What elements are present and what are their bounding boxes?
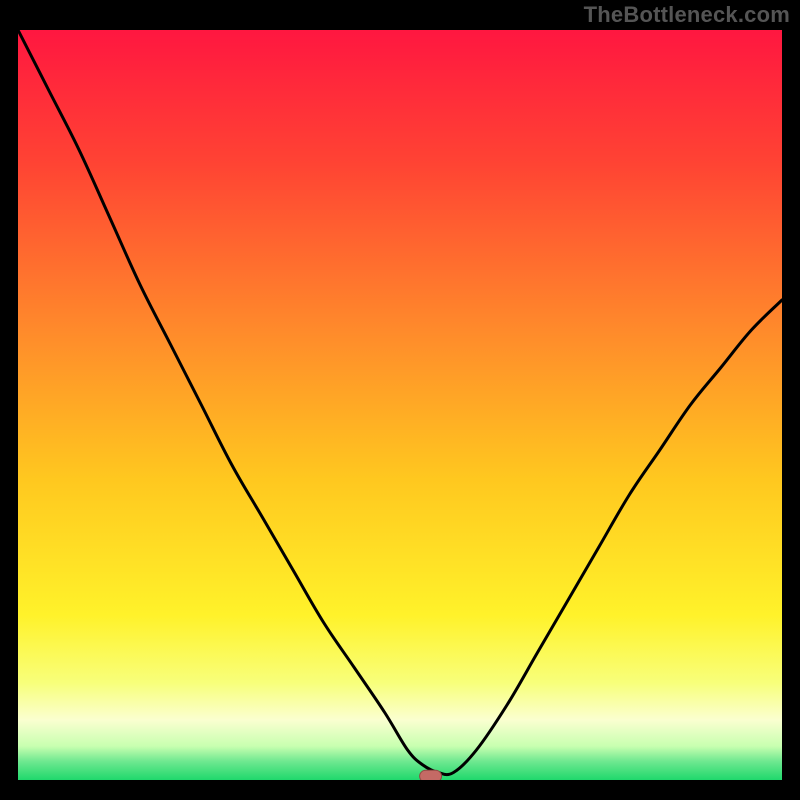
chart-svg <box>18 30 782 780</box>
gradient-background <box>18 30 782 780</box>
optimal-point-marker <box>420 770 442 780</box>
bottleneck-chart <box>18 30 782 780</box>
watermark-text: TheBottleneck.com <box>584 2 790 28</box>
chart-frame: TheBottleneck.com <box>0 0 800 800</box>
